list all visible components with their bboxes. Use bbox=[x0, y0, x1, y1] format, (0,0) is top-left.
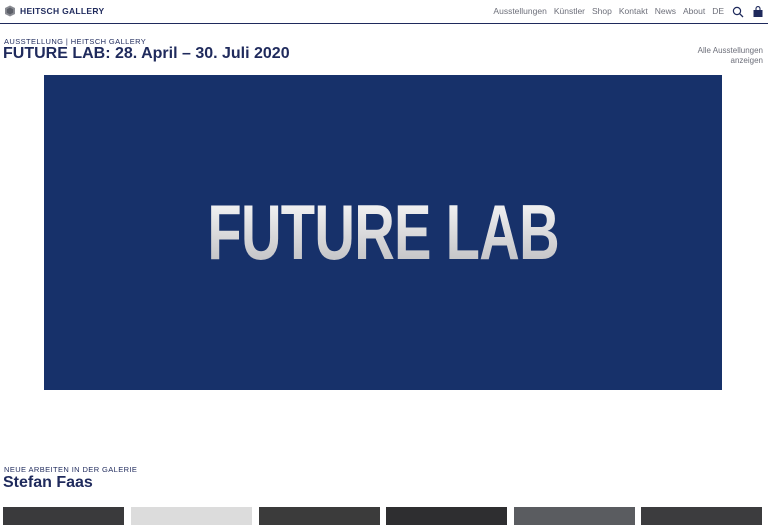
logo[interactable]: HEITSCH GALLERY bbox=[4, 5, 104, 17]
nav-item-kuenstler[interactable]: Künstler bbox=[554, 6, 585, 16]
nav-item-news[interactable]: News bbox=[655, 6, 676, 16]
gallery-logo-icon bbox=[5, 5, 15, 17]
language-switch[interactable]: DE bbox=[712, 6, 724, 16]
artwork-thumbnail[interactable] bbox=[641, 507, 762, 525]
nav-item-shop[interactable]: Shop bbox=[592, 6, 612, 16]
all-exhibitions-link[interactable]: Alle Ausstellungen anzeigen bbox=[673, 46, 763, 66]
main-nav: Ausstellungen Künstler Shop Kontakt News… bbox=[486, 4, 764, 18]
bag-icon[interactable] bbox=[752, 5, 764, 17]
hero-title: FUTURE LAB bbox=[207, 188, 559, 276]
nav-item-kontakt[interactable]: Kontakt bbox=[619, 6, 648, 16]
artwork-thumbnail[interactable] bbox=[386, 507, 507, 525]
site-header: HEITSCH GALLERY Ausstellungen Künstler S… bbox=[0, 0, 768, 24]
nav-item-ausstellungen[interactable]: Ausstellungen bbox=[493, 6, 546, 16]
artist-name: Stefan Faas bbox=[3, 474, 93, 491]
search-icon[interactable] bbox=[732, 5, 744, 18]
nav-item-about[interactable]: About bbox=[683, 6, 705, 16]
new-works-eyebrow: NEUE ARBEITEN IN DER GALERIE bbox=[4, 465, 138, 474]
exhibition-title: FUTURE LAB: 28. April – 30. Juli 2020 bbox=[3, 45, 290, 62]
artwork-thumbnail[interactable] bbox=[514, 507, 635, 525]
artwork-thumbnail[interactable] bbox=[3, 507, 124, 525]
artwork-thumbnail[interactable] bbox=[131, 507, 252, 525]
artwork-thumbnails bbox=[3, 507, 765, 525]
artwork-thumbnail[interactable] bbox=[259, 507, 380, 525]
brand-name: HEITSCH GALLERY bbox=[20, 6, 105, 16]
exhibition-hero-image[interactable]: FUTURE LAB bbox=[44, 75, 722, 390]
